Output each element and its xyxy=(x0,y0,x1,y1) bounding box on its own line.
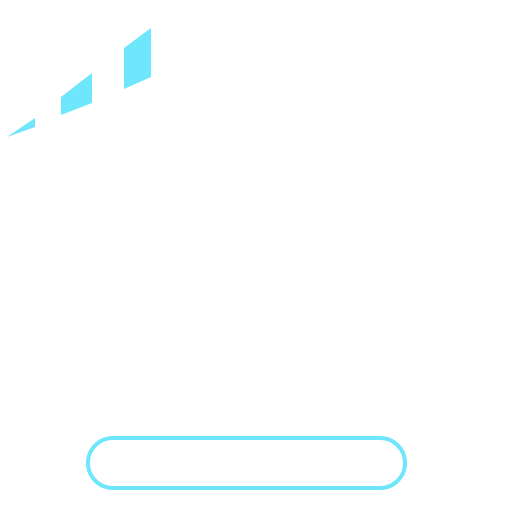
screen xyxy=(0,0,512,512)
signal-bar-3 xyxy=(124,28,151,89)
signal-bar-1 xyxy=(7,118,35,137)
signal-bar-2 xyxy=(61,73,92,115)
action-button[interactable] xyxy=(86,436,407,490)
